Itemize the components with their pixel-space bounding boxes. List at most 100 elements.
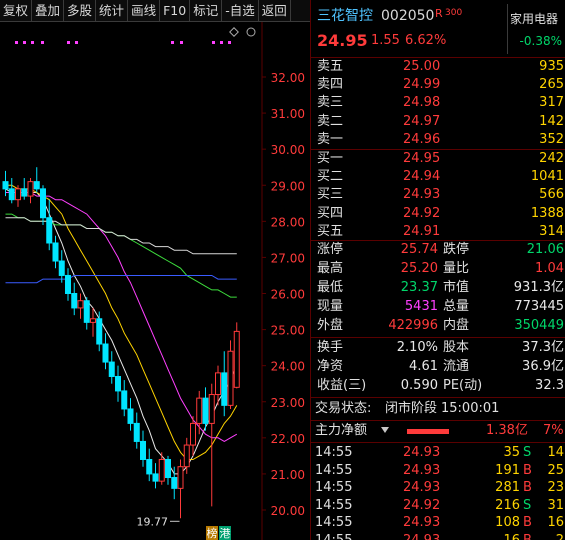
buy-level-price: 24.92: [403, 205, 441, 221]
net-flow-row[interactable]: 主力净额 1.38亿 7%: [311, 422, 565, 440]
toolbar-back-button[interactable]: 返回: [259, 0, 291, 22]
buy-level-label: 买三: [317, 187, 344, 203]
candle-body: [152, 473, 159, 482]
y-tick-label: 23.00: [271, 396, 305, 410]
buy-level-price: 24.91: [403, 223, 441, 239]
low-price-label: 19.77: [137, 515, 169, 528]
candle-body: [65, 274, 71, 294]
candle-body: [58, 260, 65, 276]
buy-level-row: 买四 24.92 1388: [311, 205, 565, 223]
stat-value: 36.9亿: [522, 359, 564, 374]
stat-label: 量比: [443, 261, 470, 276]
dot-marker: [180, 41, 183, 44]
tick-time: 14:55: [315, 532, 353, 540]
tick-row: 14:55 24.93 16 B 2: [311, 532, 565, 540]
stat-label: 市值: [443, 280, 470, 295]
toolbar-f10-button[interactable]: F10: [160, 0, 191, 22]
candle-body: [8, 188, 15, 201]
stat-label: 换手: [317, 340, 344, 355]
candle-body: [96, 318, 103, 345]
stat-value: 25.74: [400, 242, 438, 257]
tick-count: 16: [547, 515, 564, 530]
sell-level-row: 卖四 24.99 265: [311, 76, 565, 94]
y-tick-label: 20.00: [271, 504, 305, 518]
ma-line: [5, 217, 237, 255]
toolbar-overlay-button[interactable]: 叠加: [32, 0, 65, 22]
trade-status-value: 闭市阶段: [385, 401, 438, 416]
stock-code: 002050: [381, 8, 435, 24]
candle-body: [146, 458, 153, 475]
last-price: 24.95: [317, 31, 368, 50]
y-tick-label: 31.00: [271, 107, 305, 121]
net-flow-value: 1.38亿: [486, 423, 528, 438]
tick-count: 14: [547, 445, 564, 460]
y-tick-label: 30.00: [271, 143, 305, 157]
candle-body: [15, 188, 21, 201]
stat-label: 流通: [443, 359, 470, 374]
sell-level-volume: 352: [539, 131, 564, 147]
stat-label: 收益(三): [317, 378, 367, 393]
tick-price: 24.93: [403, 445, 441, 460]
stat-label: 股本: [443, 340, 470, 355]
sell-level-row: 卖一 24.96 352: [311, 131, 565, 149]
y-tick-label: 22.00: [271, 432, 305, 446]
stat-row: 外盘 422996 内盘 350449: [311, 317, 565, 335]
quote-panel: 三花智控 002050 R 300 24.95 1.55 6.62% 家用电器 …: [310, 0, 565, 540]
buy-level-label: 买一: [317, 151, 344, 166]
tick-time: 14:55: [315, 462, 353, 478]
tick-volume: 281: [495, 480, 520, 495]
buy-level-row: 买二 24.94 1041: [311, 168, 565, 186]
tick-row: 14:55 24.93 108 B 16: [311, 514, 565, 532]
candle-body: [52, 242, 59, 262]
tick-side: B: [523, 480, 532, 495]
sector-box[interactable]: 家用电器 -0.38%: [507, 4, 565, 54]
candle-body: [121, 390, 128, 410]
candle-body: [202, 397, 209, 424]
toolbar-multi-stock-button[interactable]: 多股: [64, 0, 97, 22]
tick-volume: 16: [503, 532, 520, 540]
dot-marker: [41, 41, 44, 44]
candle-body: [190, 422, 196, 446]
stat-value: 2.10%: [396, 340, 438, 355]
price-change-pct: 6.62%: [405, 33, 447, 48]
toolbar-draw-line-button[interactable]: 画线: [128, 0, 161, 22]
candle-body: [183, 444, 190, 468]
tick-volume: 191: [495, 462, 520, 478]
stat-label: 现量: [317, 299, 344, 314]
stat-row: 最高 25.20 量比 1.04: [311, 260, 565, 278]
candle-body: [196, 397, 203, 424]
toolbar-statistics-button[interactable]: 统计: [96, 0, 129, 22]
toolbar-mark-button[interactable]: 标记: [190, 0, 223, 22]
sell-level-price: 24.98: [403, 95, 441, 111]
ma-line: [5, 275, 237, 284]
stat-label: 总量: [443, 299, 470, 314]
tick-volume: 35: [503, 445, 520, 460]
stat-row: 涨停 25.74 跌停 21.06: [311, 241, 565, 259]
tick-price: 24.93: [403, 462, 441, 478]
kline-chart[interactable]: 32.00 31.00 30.00 29.00 28.00 27.00 26.00 25.00…: [0, 22, 310, 540]
dot-marker: [67, 41, 70, 44]
y-tick-label: 25.00: [271, 324, 305, 338]
kline-svg[interactable]: 32.00 31.00 30.00 29.00 28.00 27.00 26.00 25.00…: [0, 22, 310, 540]
toolbar-fuquan-button[interactable]: 复权: [0, 0, 33, 22]
dot-marker: [31, 41, 34, 44]
candle-body: [27, 181, 34, 197]
candle-body: [127, 408, 134, 424]
stat-row: 收益(三) 0.590 PE(动) 32.3: [311, 377, 565, 395]
net-flow-label: 主力净额: [315, 423, 368, 438]
chevron-down-icon[interactable]: [381, 427, 389, 433]
net-flow-pct: 7%: [543, 423, 564, 438]
tick-row: 14:55 24.93 191 B 25: [311, 462, 565, 480]
sell-level-price: 24.99: [403, 77, 441, 93]
y-tick-label: 26.00: [271, 288, 305, 302]
toolbar-remove-watchlist-button[interactable]: -自选: [222, 0, 259, 22]
buy-level-price: 24.94: [403, 169, 441, 185]
buy-level-label: 买五: [317, 223, 344, 239]
candle-body: [2, 181, 9, 190]
y-tick-label: 24.00: [271, 360, 305, 374]
candle-body: [71, 293, 78, 309]
tick-price: 24.93: [403, 515, 441, 530]
buy-level-label: 买二: [317, 169, 344, 185]
y-tick-label: 32.00: [271, 71, 305, 85]
tick-price: 24.93: [403, 480, 441, 495]
